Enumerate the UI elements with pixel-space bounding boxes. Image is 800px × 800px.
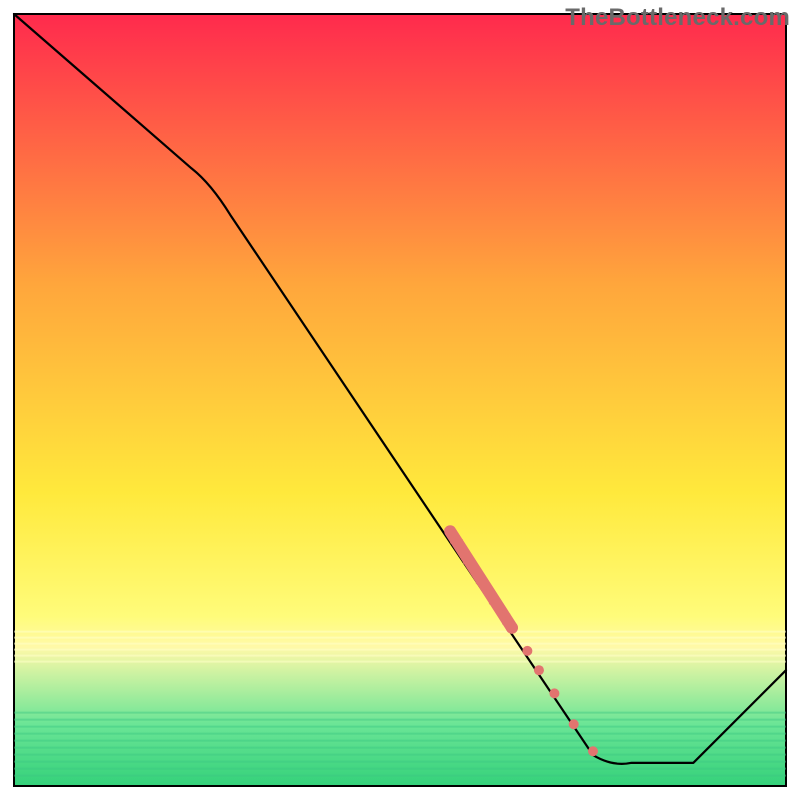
plot-area: [14, 14, 786, 786]
highlight-point: [522, 646, 532, 656]
highlight-point: [569, 719, 579, 729]
highlight-point: [549, 688, 559, 698]
highlight-point: [534, 665, 544, 675]
chart-container: TheBottleneck.com: [0, 0, 800, 800]
bottleneck-chart: [0, 0, 800, 800]
highlight-point: [588, 746, 598, 756]
highlight-point: [506, 622, 518, 634]
